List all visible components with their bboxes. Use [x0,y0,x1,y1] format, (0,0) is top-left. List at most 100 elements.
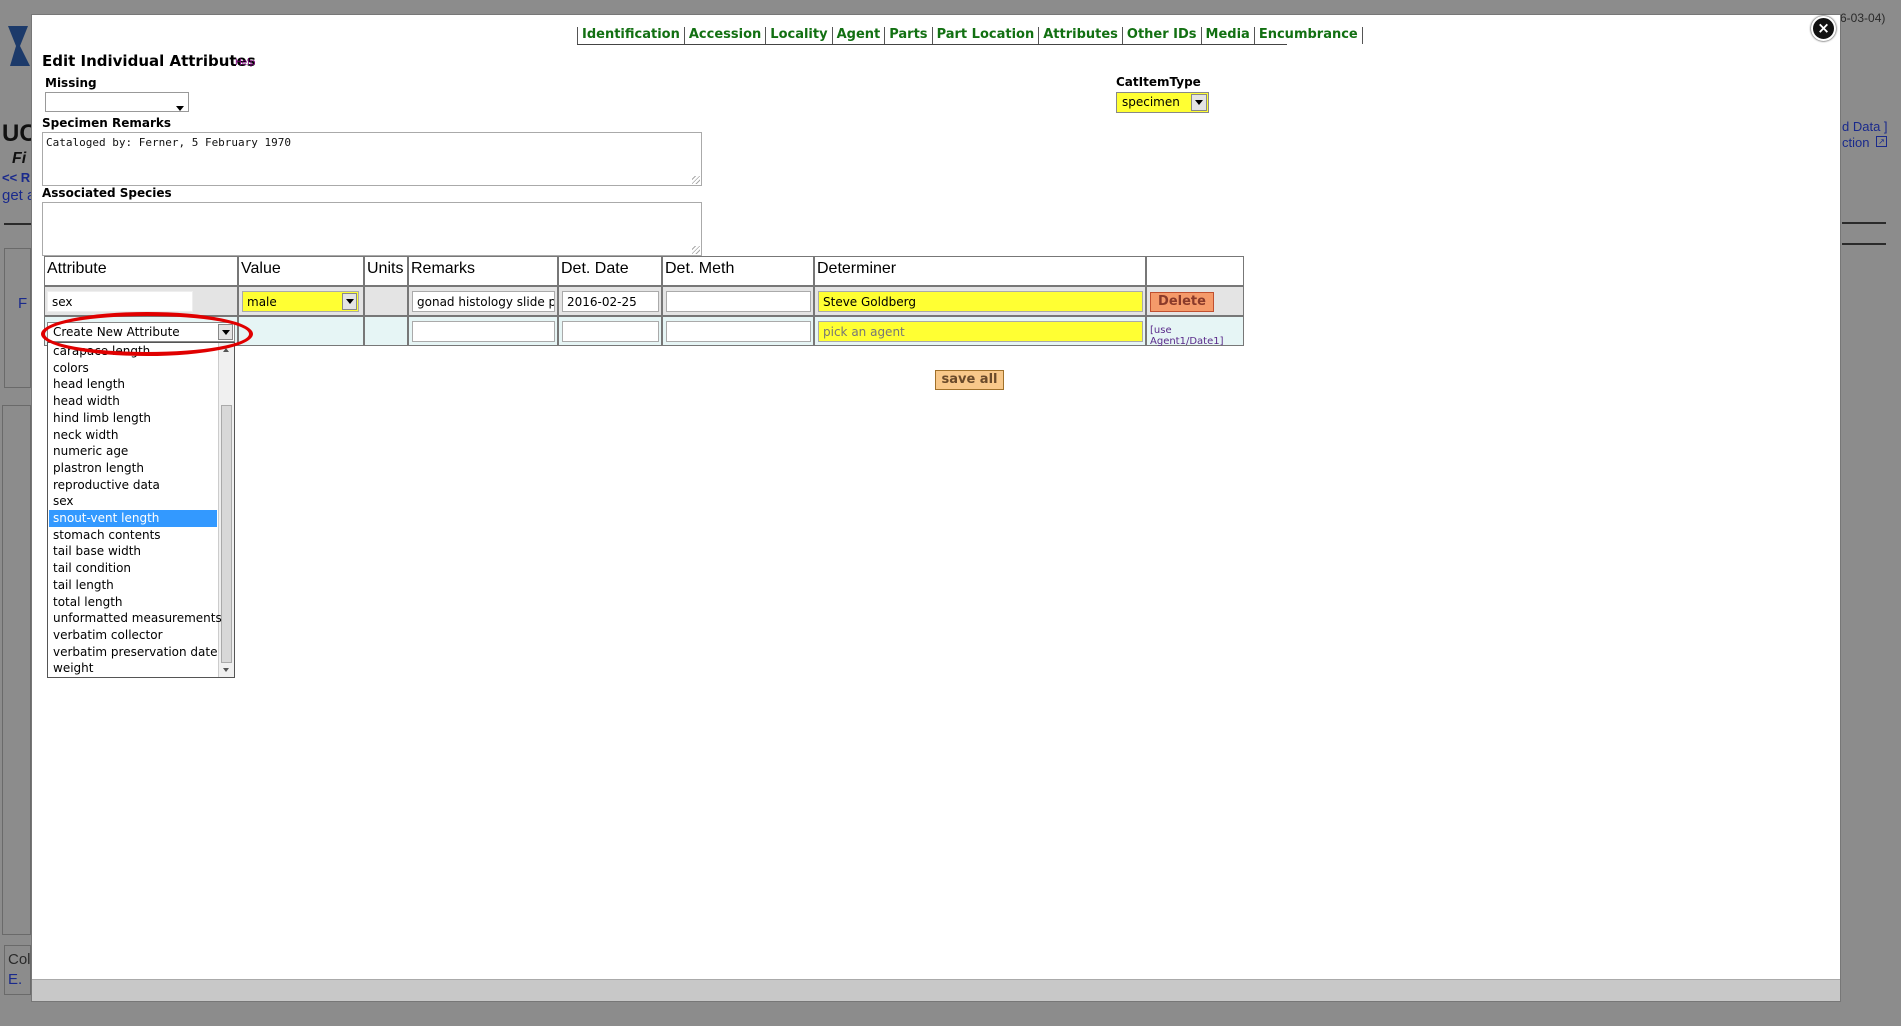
bg-panel [2,405,31,935]
value-cell [238,316,364,346]
dropdown-option[interactable]: numeric age [49,443,217,460]
column-header: Units [364,256,408,286]
column-header [1146,256,1244,286]
chevron-down-icon [342,293,357,310]
close-icon[interactable]: × [1811,16,1836,41]
det-meth-input[interactable] [666,291,811,312]
value-select[interactable]: male [242,291,359,312]
dropdown-option[interactable]: stomach contents [49,527,217,544]
nav-agent[interactable]: Agent [831,27,885,44]
dropdown-option[interactable]: colors [49,360,217,377]
nav-encumbrance[interactable]: Encumbrance [1253,27,1363,44]
determiner-input[interactable]: Steve Goldberg [818,291,1143,312]
units-cell [364,286,408,316]
table-cell: male [238,286,364,316]
bg-link[interactable]: ction [1842,135,1869,150]
top-navigation: Identification Accession Locality Agent … [577,27,1363,44]
dropdown-option[interactable]: reproductive data [49,477,217,494]
dropdown-option[interactable]: unformatted measurements [49,610,222,627]
nav-locality[interactable]: Locality [765,27,831,44]
specimen-remarks-value: Cataloged by: Ferner, 5 February 1970 [46,136,292,149]
remarks-input[interactable] [412,321,555,342]
dropdown-option[interactable]: carapace length [49,343,217,360]
scroll-thumb[interactable] [221,405,232,663]
specimen-remarks-label: Specimen Remarks [42,116,171,130]
table-cell [408,316,558,346]
table-cell [558,316,662,346]
table-cell [662,286,814,316]
column-header: Remarks [408,256,558,286]
associated-species-textarea[interactable] [42,202,702,256]
det-date-input[interactable]: 2016-02-25 [562,291,659,312]
det-date-input[interactable] [562,321,659,342]
column-header: Det. Meth [662,256,814,286]
page-title: Edit Individual Attributes [42,52,256,70]
determiner-input[interactable]: pick an agent [818,321,1143,342]
remarks-input[interactable]: gonad histology slide pr [412,291,555,312]
table-cell: [use Agent1/Date1] [1146,316,1244,347]
column-header: Determiner [814,256,1146,286]
attribute-options-list[interactable]: carapace length colors head length head wid… [47,342,235,678]
scroll-down-icon[interactable] [223,668,229,672]
units-cell [364,316,408,346]
bg-divider [1842,243,1886,245]
nav-attributes[interactable]: Attributes [1038,27,1122,44]
nav-part-location[interactable]: Part Location [931,27,1039,44]
dropdown-option[interactable]: plastron length [49,460,217,477]
dropdown-option[interactable]: tail condition [49,560,217,577]
nav-accession[interactable]: Accession [683,27,765,44]
bg-subtitle-fragment: Fi [12,150,27,167]
resize-grip-icon[interactable] [692,246,700,254]
column-header: Attribute [44,256,238,286]
scroll-up-icon[interactable] [223,348,229,352]
logo-icon [8,26,30,66]
dropdown-option[interactable]: sex [49,493,217,510]
specimen-remarks-textarea[interactable]: Cataloged by: Ferner, 5 February 1970 [42,132,702,186]
attribute-select-value: Create New Attribute [53,325,180,339]
table-cell: Steve Goldberg [814,286,1146,316]
dropdown-option[interactable]: weight [49,660,217,677]
edit-attributes-modal: Identification Accession Locality Agent … [31,14,1841,1002]
attribute-input[interactable]: sex [47,291,193,312]
dropdown-option[interactable]: neck width [49,427,217,444]
column-header: Det. Date [558,256,662,286]
dropdown-option[interactable]: snout-vent length [49,510,217,527]
dropdown-option[interactable]: tail length [49,577,217,594]
bg-fragment: Col [8,951,31,968]
modal-footer [32,979,1840,1001]
attribute-select[interactable]: Create New Attribute [47,322,235,342]
nav-other-ids[interactable]: Other IDs [1121,27,1201,44]
nav-identification[interactable]: Identification [577,27,684,44]
catitemtype-select[interactable]: specimen [1116,92,1209,113]
dropdown-option[interactable]: head width [49,393,217,410]
dropdown-option[interactable]: tail base width [49,543,217,560]
missing-select[interactable] [45,92,189,112]
save-all-button[interactable]: save all [935,370,1004,390]
resize-grip-icon[interactable] [692,176,700,184]
nav-parts[interactable]: Parts [884,27,931,44]
bg-divider [1842,222,1886,224]
det-meth-input[interactable] [666,321,811,342]
associated-species-label: Associated Species [42,186,172,200]
delete-button[interactable]: Delete [1150,292,1214,312]
dropdown-option[interactable]: hind limb length [49,410,217,427]
missing-label: Missing [45,76,97,90]
bg-link[interactable]: << R [2,170,30,185]
use-agent-date-link[interactable]: [use Agent1/Date1] [1150,325,1243,347]
nav-media[interactable]: Media [1200,27,1254,44]
help-link[interactable]: Help [235,58,256,68]
bg-fragment: E. [8,971,23,988]
bg-fragment: F [18,295,28,312]
external-link-icon[interactable]: ↗ [1876,136,1887,147]
chevron-down-icon [218,324,233,340]
dropdown-option[interactable]: verbatim collector [49,627,217,644]
nav-underline [577,44,1287,45]
bg-divider [4,223,32,225]
dropdown-option[interactable]: total length [49,594,217,611]
value-text: male [247,295,277,309]
dropdown-option[interactable]: verbatim preservation date [49,644,217,661]
column-header: Value [238,256,364,286]
bg-link[interactable]: d Data ] [1842,119,1888,134]
bg-panel [4,248,31,388]
dropdown-option[interactable]: head length [49,376,217,393]
